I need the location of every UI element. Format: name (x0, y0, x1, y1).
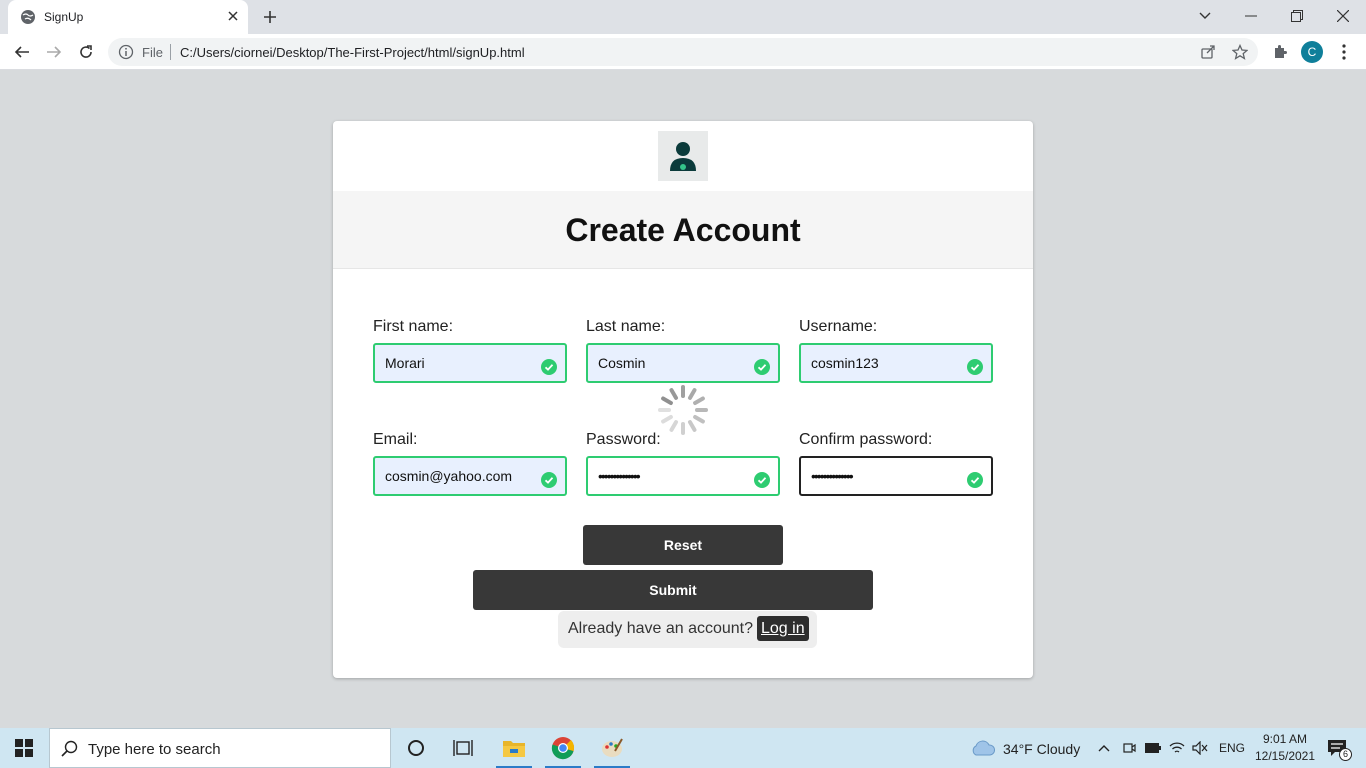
file-explorer-icon[interactable] (494, 728, 534, 768)
password-label: Password: (586, 431, 661, 448)
username-field: Username: cosmin123 (799, 318, 993, 383)
login-prompt-row: Already have an account? Log in (558, 611, 817, 648)
user-logo-icon (658, 131, 708, 181)
reset-button[interactable]: Reset (583, 525, 783, 565)
loading-spinner-icon (658, 385, 708, 435)
clock-time: 9:01 AM (1262, 732, 1308, 746)
close-tab-icon[interactable] (224, 7, 242, 25)
address-bar[interactable]: File C:/Users/ciornei/Desktop/The-First-… (108, 38, 1258, 66)
task-view-icon[interactable] (443, 728, 483, 768)
restore-icon[interactable] (1274, 0, 1320, 32)
valid-check-icon (754, 359, 770, 375)
minimize-icon[interactable] (1228, 0, 1274, 32)
password-input[interactable]: •••••••••••••• (586, 456, 780, 496)
browser-toolbar: File C:/Users/ciornei/Desktop/The-First-… (0, 34, 1366, 70)
email-input[interactable]: cosmin@yahoo.com (373, 456, 567, 496)
weather-text[interactable]: 34°F Cloudy (1003, 741, 1080, 757)
tab-search-icon[interactable] (1182, 0, 1228, 32)
email-value: cosmin@yahoo.com (385, 468, 513, 484)
first-name-label: First name: (373, 318, 454, 335)
valid-check-icon (541, 472, 557, 488)
password-value: •••••••••••••• (598, 468, 641, 484)
tab-bar: SignUp (0, 0, 1366, 34)
username-value: cosmin123 (811, 355, 879, 371)
confirm-password-label: Confirm password: (799, 431, 933, 448)
confirm-password-field: Confirm password: •••••••••••••• (799, 431, 993, 496)
last-name-field: Last name: Cosmin (586, 318, 780, 383)
windows-taskbar: Type here to search 34°F Cloudy ENG 9:01… (0, 728, 1366, 768)
paint-palette-icon[interactable] (592, 728, 632, 768)
new-tab-icon[interactable] (260, 7, 280, 27)
username-label: Username: (799, 318, 878, 335)
valid-check-icon (967, 359, 983, 375)
cloud-weather-icon[interactable] (970, 740, 996, 756)
username-input[interactable]: cosmin123 (799, 343, 993, 383)
confirm-password-input[interactable]: •••••••••••••• (799, 456, 993, 496)
wifi-icon[interactable] (1166, 728, 1188, 768)
last-name-label: Last name: (586, 318, 666, 335)
search-icon (61, 740, 78, 757)
close-window-icon[interactable] (1320, 0, 1366, 32)
info-icon[interactable] (118, 44, 134, 60)
profile-avatar[interactable]: C (1301, 41, 1323, 63)
address-scheme: File (142, 45, 163, 60)
back-arrow-icon[interactable] (12, 42, 32, 62)
signup-card: Create Account First name: Morari Last n… (333, 121, 1033, 678)
volume-muted-icon[interactable] (1189, 728, 1211, 768)
windows-start-icon[interactable] (4, 728, 44, 768)
valid-check-icon (967, 472, 983, 488)
password-field: Password: •••••••••••••• (586, 431, 780, 496)
submit-button[interactable]: Submit (473, 570, 873, 610)
tab-signup[interactable]: SignUp (8, 0, 248, 34)
globe-icon (21, 10, 35, 24)
browser-menu-icon[interactable] (1334, 42, 1354, 62)
login-link[interactable]: Log in (757, 616, 809, 641)
reload-icon[interactable] (76, 42, 96, 62)
first-name-input[interactable]: Morari (373, 343, 567, 383)
card-header: Create Account (333, 191, 1033, 269)
valid-check-icon (754, 472, 770, 488)
bookmark-star-icon[interactable] (1230, 42, 1250, 62)
email-field: Email: cosmin@yahoo.com (373, 431, 567, 496)
confirm-password-value: •••••••••••••• (811, 468, 854, 484)
battery-icon[interactable] (1142, 728, 1164, 768)
login-prompt-text: Already have an account? (568, 620, 754, 637)
share-icon[interactable] (1198, 42, 1218, 62)
notification-count-badge: 6 (1339, 748, 1352, 761)
first-name-value: Morari (385, 355, 425, 371)
forward-arrow-icon[interactable] (44, 42, 64, 62)
page-title: Create Account (565, 212, 801, 248)
chrome-icon[interactable] (543, 728, 583, 768)
taskbar-search-placeholder: Type here to search (88, 741, 221, 758)
last-name-input[interactable]: Cosmin (586, 343, 780, 383)
valid-check-icon (541, 359, 557, 375)
clock-date: 12/15/2021 (1254, 749, 1316, 763)
first-name-field: First name: Morari (373, 318, 567, 383)
extensions-puzzle-icon[interactable] (1270, 42, 1290, 62)
system-clock[interactable]: 9:01 AM 12/15/2021 (1250, 731, 1320, 765)
email-label: Email: (373, 431, 418, 448)
last-name-value: Cosmin (598, 355, 646, 371)
cortana-icon[interactable] (396, 728, 436, 768)
chevron-up-icon[interactable] (1094, 728, 1114, 768)
meet-now-icon[interactable] (1118, 728, 1140, 768)
taskbar-search-box[interactable]: Type here to search (49, 728, 391, 768)
tab-title: SignUp (44, 10, 84, 24)
address-url[interactable]: C:/Users/ciornei/Desktop/The-First-Proje… (180, 45, 525, 60)
language-indicator[interactable]: ENG (1219, 741, 1245, 755)
address-divider (170, 44, 171, 60)
notification-center-icon[interactable]: 6 (1322, 728, 1352, 768)
